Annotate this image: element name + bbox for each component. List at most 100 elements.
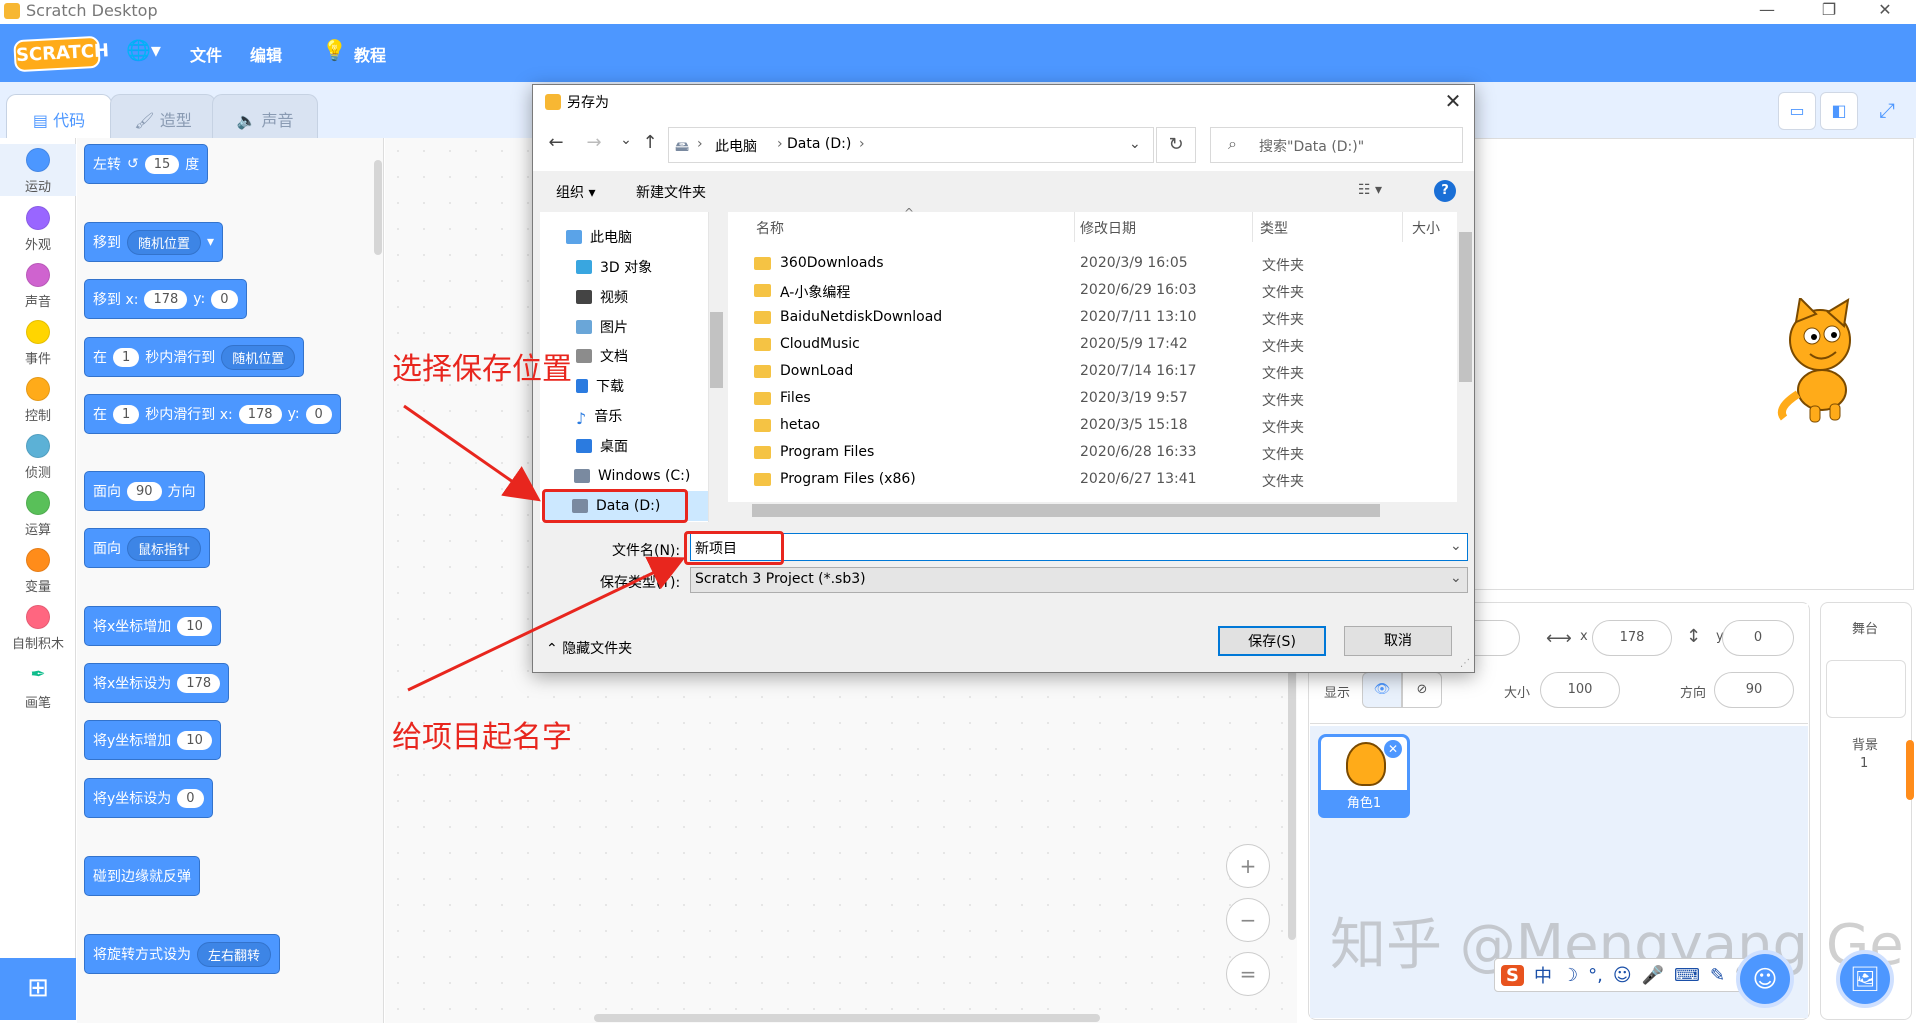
address-dropdown-chevron-icon[interactable]: ⌄ — [1129, 136, 1141, 152]
fullscreen-icon[interactable]: ⤢ — [1868, 92, 1906, 130]
block-glide-to[interactable]: 在 1 秒内滑行到 随机位置 — [84, 337, 305, 377]
zoom-in-button[interactable]: + — [1226, 844, 1270, 888]
category-sound[interactable]: 声音 — [0, 263, 76, 310]
category-operators[interactable]: 运算 — [0, 491, 76, 538]
scratch-cat-sprite[interactable] — [1770, 298, 1866, 424]
nav-videos[interactable]: 视频 — [576, 282, 628, 312]
block-point-towards[interactable]: 面向 鼠标指针 — [84, 528, 211, 568]
small-stage-button[interactable]: ▭ — [1778, 92, 1816, 130]
menu-tutorials[interactable]: 教程 — [354, 42, 386, 66]
recent-locations-chevron-icon[interactable]: ⌄ — [614, 132, 638, 158]
file-row[interactable]: BaiduNetdiskDownload 2020/7/11 13:10 文件夹 — [744, 305, 1444, 332]
zoom-reset-button[interactable]: = — [1226, 952, 1270, 996]
file-row[interactable]: Program Files (x86) 2020/6/27 13:41 文件夹 — [744, 467, 1444, 494]
filetype-dropdown-chevron-icon[interactable]: ⌄ — [1450, 570, 1462, 586]
address-bar[interactable]: 🖴 › 此电脑 › Data (D:) › ⌄ — [668, 127, 1154, 163]
y-field[interactable]: 0 — [1722, 620, 1794, 656]
tab-sounds[interactable]: 🔈 声音 — [212, 94, 318, 138]
block-point-direction[interactable]: 面向 90 方向 — [84, 471, 205, 511]
category-sensing[interactable]: 侦测 — [0, 434, 76, 481]
show-visible-eye-icon[interactable]: 👁 — [1362, 672, 1402, 708]
file-list-hscroll-thumb[interactable] — [752, 504, 1380, 517]
menu-edit[interactable]: 编辑 — [250, 42, 282, 66]
block-turn-left[interactable]: 左转 ↺ 15 度 — [84, 144, 209, 184]
filetype-select[interactable]: Scratch 3 Project (*.sb3) — [690, 567, 1468, 593]
file-row[interactable]: hetao 2020/3/5 15:18 文件夹 — [744, 413, 1444, 440]
file-list-scroll-thumb[interactable] — [1459, 232, 1472, 382]
category-variables[interactable]: 变量 — [0, 548, 76, 595]
workspace-horizontal-scrollbar[interactable] — [594, 1014, 1100, 1022]
category-control[interactable]: 控制 — [0, 377, 76, 424]
block-bounce[interactable]: 碰到边缘就反弹 — [84, 856, 200, 896]
x-field[interactable]: 178 — [1592, 620, 1672, 656]
help-icon[interactable]: ? — [1434, 180, 1456, 202]
breadcrumb-data-d[interactable]: Data (D:) — [787, 136, 851, 152]
nav-pictures[interactable]: 图片 — [576, 312, 628, 342]
nav-documents[interactable]: 文档 — [576, 341, 628, 371]
category-motion[interactable]: 运动 — [0, 144, 76, 196]
filename-input[interactable]: 新项目 — [690, 533, 1468, 561]
close-window-button[interactable]: ✕ — [1862, 0, 1908, 24]
palette-scrollbar[interactable] — [374, 160, 382, 255]
restore-button[interactable]: ❐ — [1806, 0, 1852, 24]
zoom-out-button[interactable]: − — [1226, 898, 1270, 942]
size-field[interactable]: 100 — [1540, 672, 1620, 708]
cancel-button[interactable]: 取消 — [1344, 626, 1452, 656]
view-options-icon[interactable]: ☷ ▾ — [1358, 182, 1382, 198]
resize-grip-icon[interactable]: ⋰ — [1460, 658, 1470, 669]
organize-button[interactable]: 组织 ▾ — [556, 182, 595, 202]
backdrop-thumbnail[interactable] — [1826, 660, 1906, 718]
filename-dropdown-chevron-icon[interactable]: ⌄ — [1450, 538, 1462, 554]
column-date-header[interactable]: 修改日期 — [1080, 218, 1136, 238]
category-looks[interactable]: 外观 — [0, 206, 76, 253]
column-size-header[interactable]: 大小 — [1412, 218, 1440, 238]
block-change-y[interactable]: 将y坐标增加 10 — [84, 720, 221, 760]
up-arrow-icon[interactable]: ↑ — [638, 132, 662, 158]
column-name-header[interactable]: 名称 — [756, 218, 784, 238]
category-pen[interactable]: ✒ 画笔 — [0, 664, 76, 711]
file-row[interactable]: 360Downloads 2020/3/9 16:05 文件夹 — [744, 251, 1444, 278]
nav-3d-objects[interactable]: 3D 对象 — [576, 252, 652, 282]
folder-icon — [754, 365, 771, 378]
nav-this-pc[interactable]: 此电脑 — [566, 222, 632, 252]
choose-backdrop-button[interactable]: 🖼 — [1836, 950, 1894, 1008]
hide-eye-slash-icon[interactable]: ⊘ — [1402, 672, 1442, 708]
column-type-header[interactable]: 类型 — [1260, 218, 1288, 238]
menu-file[interactable]: 文件 — [190, 42, 222, 66]
block-set-x[interactable]: 将x坐标设为 178 — [84, 663, 230, 703]
choose-sprite-button[interactable]: ☺ — [1736, 950, 1794, 1008]
category-my-blocks[interactable]: 自制积木 — [0, 605, 76, 652]
back-arrow-icon[interactable]: ← — [544, 132, 568, 158]
forward-arrow-icon[interactable]: → — [582, 132, 606, 158]
block-rotation-style[interactable]: 将旋转方式设为 左右翻转 — [84, 934, 281, 974]
block-glide-xy[interactable]: 在 1 秒内滑行到 x: 178 y: 0 — [84, 394, 341, 434]
ime-toolbar[interactable]: S 中 ☽ °, ☺ 🎤 ⌨ ✎ 🔍 ⊞ — [1494, 958, 1783, 992]
dialog-app-icon — [545, 94, 561, 110]
tab-costumes[interactable]: 🖌 造型 — [110, 94, 216, 138]
nav-scrollbar-thumb[interactable] — [710, 312, 723, 388]
file-row[interactable]: Program Files 2020/6/28 16:33 文件夹 — [744, 440, 1444, 467]
search-input[interactable]: 搜索"Data (D:)" — [1210, 127, 1463, 163]
file-row[interactable]: Files 2020/3/19 9:57 文件夹 — [744, 386, 1444, 413]
add-extension-button[interactable]: ⊞ — [0, 958, 76, 1020]
block-goto-xy[interactable]: 移到 x: 178 y: 0 — [84, 279, 247, 319]
file-row[interactable]: CloudMusic 2020/5/9 17:42 文件夹 — [744, 332, 1444, 359]
breadcrumb-this-pc[interactable]: 此电脑 — [715, 136, 757, 156]
scratch-logo[interactable]: SCRATCH — [13, 35, 110, 73]
block-set-y[interactable]: 将y坐标设为 0 — [84, 778, 213, 818]
tab-code[interactable]: ▤ 代码 — [6, 94, 112, 138]
file-row[interactable]: DownLoad 2020/7/14 16:17 文件夹 — [744, 359, 1444, 386]
large-stage-button[interactable]: ◧ — [1820, 92, 1858, 130]
file-row[interactable]: A-小象编程 2020/6/29 16:03 文件夹 — [744, 278, 1444, 305]
minimize-button[interactable]: — — [1744, 0, 1790, 24]
block-goto[interactable]: 移到 随机位置 ▾ — [84, 222, 224, 262]
dialog-close-button[interactable]: ✕ — [1436, 88, 1470, 116]
category-events[interactable]: 事件 — [0, 320, 76, 367]
save-button[interactable]: 保存(S) — [1218, 626, 1326, 656]
block-change-x[interactable]: 将x坐标增加 10 — [84, 606, 221, 646]
delete-sprite-icon[interactable]: ✕ — [1384, 740, 1402, 758]
new-folder-button[interactable]: 新建文件夹 — [636, 182, 706, 202]
language-globe-icon[interactable]: 🌐▾ — [126, 38, 161, 62]
direction-field[interactable]: 90 — [1714, 672, 1794, 708]
refresh-icon[interactable]: ↻ — [1156, 127, 1196, 163]
